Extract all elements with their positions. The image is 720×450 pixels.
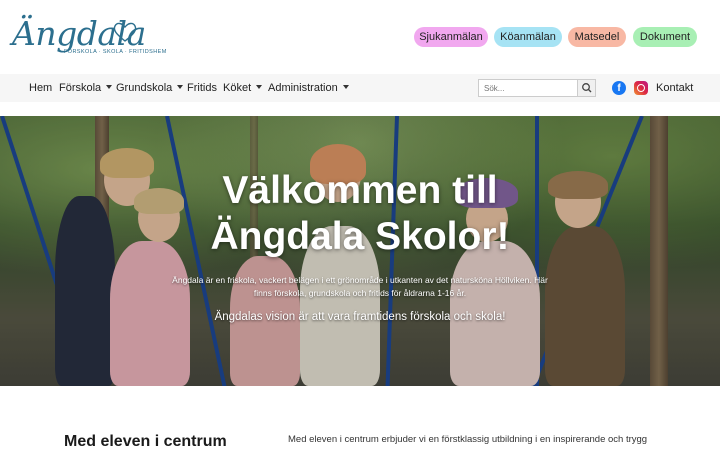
facebook-icon[interactable]: f: [612, 81, 626, 95]
search-input[interactable]: [479, 80, 579, 96]
nav-item-koket[interactable]: Köket: [223, 82, 263, 94]
nav-item-label: Köket: [223, 82, 252, 94]
section-title: Med eleven i centrum: [64, 433, 227, 450]
heart-icon: [113, 22, 137, 42]
search-box: [478, 79, 596, 97]
search-button[interactable]: [577, 80, 595, 96]
hero-vision: Ängdalas vision är att vara framtidens f…: [214, 311, 506, 323]
hero-banner: Välkommen till Ängdala Skolor! Ängdala ä…: [0, 116, 720, 386]
nav-item-label: Grundskola: [116, 82, 173, 94]
logo-tagline: FÖRSKOLA · SKOLA · FRITIDSHEM: [64, 49, 167, 55]
nav-item-administration[interactable]: Administration: [268, 82, 349, 94]
nav-item-grundskola[interactable]: Grundskola: [116, 82, 184, 94]
chevron-down-icon: [342, 85, 349, 89]
hero-title: Välkommen till Ängdala Skolor!: [210, 169, 510, 258]
chevron-down-icon: [177, 85, 184, 89]
section-text: Med eleven i centrum erbjuder vi en förs…: [288, 434, 648, 445]
search-icon: [582, 83, 592, 93]
koanmalan-button[interactable]: Köanmälan: [494, 27, 562, 47]
nav-item-label: Administration: [268, 82, 338, 94]
nav-item-kontakt[interactable]: Kontakt: [656, 82, 693, 94]
instagram-icon[interactable]: [634, 81, 648, 95]
chevron-down-icon: [256, 85, 263, 89]
nav-item-label: Hem: [29, 82, 53, 94]
main-nav: Hem Förskola Grundskola Fritids Köket Ad…: [0, 74, 720, 102]
nav-item-label: Fritids: [187, 82, 217, 94]
nav-item-label: Förskola: [59, 82, 102, 94]
site-header: Ängdala FÖRSKOLA · SKOLA · FRITIDSHEM Sj…: [0, 0, 720, 74]
nav-item-fritids[interactable]: Fritids: [187, 82, 217, 94]
nav-item-forskola[interactable]: Förskola: [59, 82, 113, 94]
chevron-down-icon: [106, 85, 113, 89]
matsedel-button[interactable]: Matsedel: [568, 27, 626, 47]
nav-item-hem[interactable]: Hem: [29, 82, 52, 94]
site-logo[interactable]: Ängdala FÖRSKOLA · SKOLA · FRITIDSHEM: [12, 12, 166, 64]
hero-description: Ängdala är en friskola, vackert belägen …: [172, 275, 548, 298]
dokument-button[interactable]: Dokument: [633, 27, 697, 47]
sjukanmalan-button[interactable]: Sjukanmälan: [414, 27, 488, 47]
